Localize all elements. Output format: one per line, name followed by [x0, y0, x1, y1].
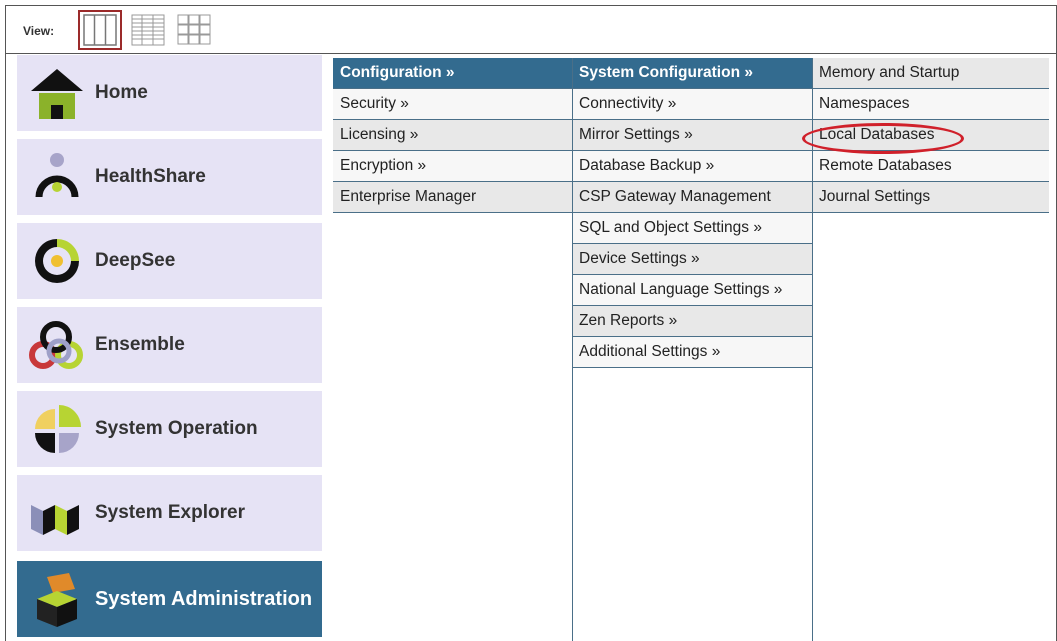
menu-item-database-backup[interactable]: Database Backup »: [573, 151, 812, 182]
menu-item-zen-reports[interactable]: Zen Reports »: [573, 306, 812, 337]
menu-item-national-language-settings[interactable]: National Language Settings »: [573, 275, 812, 306]
nav-label-ensemble: Ensemble: [95, 334, 185, 355]
nav-label-system-operation: System Operation: [95, 418, 258, 439]
menu-item-csp-gateway-management[interactable]: CSP Gateway Management: [573, 182, 812, 213]
view-label: View:: [23, 24, 55, 38]
menu-column-2: System Configuration » Connectivity » Mi…: [572, 58, 813, 641]
nav-label-deepsee: DeepSee: [95, 250, 176, 271]
menu-item-system-configuration[interactable]: System Configuration »: [573, 58, 812, 89]
menu-item-connectivity[interactable]: Connectivity »: [573, 89, 812, 120]
grid-view-icon: [177, 14, 211, 45]
nav-item-home[interactable]: Home: [17, 55, 322, 131]
menu-item-additional-settings[interactable]: Additional Settings »: [573, 337, 812, 368]
list-view-button[interactable]: [126, 10, 170, 50]
list-view-icon: [131, 14, 165, 46]
nav-label-home: Home: [95, 82, 148, 103]
menu-item-licensing[interactable]: Licensing »: [333, 120, 573, 151]
columns-view-icon: [83, 14, 117, 46]
menu-item-encryption[interactable]: Encryption »: [333, 151, 573, 182]
healthshare-icon: [35, 153, 79, 198]
ensemble-icon: [29, 321, 83, 369]
deepsee-icon: [35, 239, 79, 283]
menu-column-1: Configuration » Security » Licensing » E…: [333, 58, 573, 213]
menu-item-security[interactable]: Security »: [333, 89, 573, 120]
system-administration-icon: [37, 573, 77, 627]
nav-item-system-operation[interactable]: System Operation: [17, 391, 322, 467]
menu-item-memory-and-startup[interactable]: Memory and Startup: [813, 58, 1049, 89]
nav-label-system-administration: System Administration: [95, 588, 313, 610]
system-operation-icon: [35, 405, 81, 453]
menu-item-sql-object-settings[interactable]: SQL and Object Settings »: [573, 213, 812, 244]
nav-item-healthshare[interactable]: HealthShare: [17, 139, 322, 215]
menu-item-enterprise-manager[interactable]: Enterprise Manager: [333, 182, 573, 213]
menu-column-3: Memory and Startup Namespaces Local Data…: [813, 58, 1049, 213]
menu-item-configuration[interactable]: Configuration »: [333, 58, 573, 89]
menu-item-device-settings[interactable]: Device Settings »: [573, 244, 812, 275]
columns-view-button[interactable]: [78, 10, 122, 50]
menu-item-namespaces[interactable]: Namespaces: [813, 89, 1049, 120]
menu-item-local-databases[interactable]: Local Databases: [813, 120, 1049, 151]
nav-label-system-explorer: System Explorer: [95, 502, 245, 523]
nav-item-system-explorer[interactable]: System Explorer: [17, 475, 322, 551]
menu-item-mirror-settings[interactable]: Mirror Settings »: [573, 120, 812, 151]
view-toolbar: View:: [6, 6, 1056, 54]
nav-item-ensemble[interactable]: Ensemble: [17, 307, 322, 383]
nav-item-system-administration[interactable]: System Administration: [17, 561, 322, 637]
menu-item-remote-databases[interactable]: Remote Databases: [813, 151, 1049, 182]
nav-label-healthshare: HealthShare: [95, 166, 206, 187]
nav-item-deepsee[interactable]: DeepSee: [17, 223, 322, 299]
system-explorer-icon: [31, 505, 79, 535]
menu-item-journal-settings[interactable]: Journal Settings: [813, 182, 1049, 213]
grid-view-button[interactable]: [172, 10, 216, 50]
home-icon: [31, 69, 83, 119]
